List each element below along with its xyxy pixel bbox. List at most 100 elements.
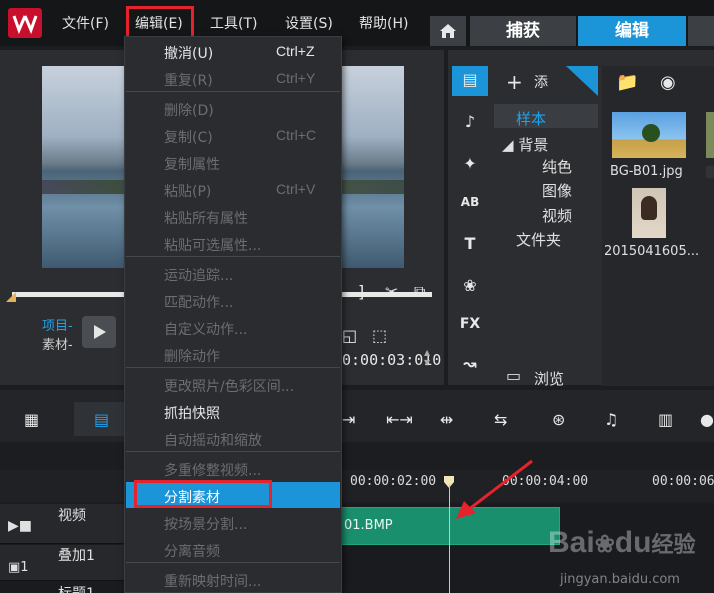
tree-item-sample[interactable]: 样本 — [516, 108, 546, 129]
menu-help[interactable]: 帮助(H) — [359, 13, 408, 33]
more-icon[interactable]: ● — [700, 410, 714, 429]
menu-item-label: 按场景分割... — [164, 517, 248, 533]
menu-item-label: 粘贴所有属性 — [164, 211, 248, 227]
add-icon[interactable]: + — [506, 70, 523, 94]
split-icon[interactable]: ⇹ — [440, 410, 453, 429]
title-icon[interactable]: AB — [458, 190, 482, 214]
split-highlight-box — [134, 480, 272, 508]
menu-file[interactable]: 文件(F) — [62, 13, 109, 33]
menu-item-redo[interactable]: 重复(R) Ctrl+Y — [124, 66, 342, 92]
mark-out-icon[interactable]: ] — [358, 282, 364, 301]
storyboard-view-icon[interactable]: ▦ — [24, 410, 39, 429]
menu-item-delete[interactable]: 删除(D) — [124, 96, 342, 122]
watermark-url: jingyan.baidu.com — [560, 572, 680, 587]
watermark-brand-a: Bai — [548, 526, 595, 559]
menu-item-shortcut: Ctrl+Y — [276, 70, 316, 86]
overlay-track-icon[interactable]: ▣1 — [8, 560, 29, 575]
record-icon[interactable]: ⊛ — [552, 410, 565, 429]
track-name-overlay: 叠加1 — [58, 548, 95, 564]
tab-capture[interactable]: 捕获 — [470, 16, 576, 46]
fit-icon[interactable]: ⇤⇥ — [386, 410, 413, 429]
fx-icon[interactable]: FX — [458, 312, 482, 336]
menu-item-split-audio[interactable]: 分离音频 — [124, 537, 342, 563]
play-button[interactable] — [82, 316, 116, 348]
video-track-icon[interactable]: ▶■ — [8, 518, 32, 534]
thumbnail-partial[interactable] — [706, 112, 714, 158]
menu-item-label: 撤消(U) — [164, 46, 214, 62]
menu-item-custom-motion[interactable]: 自定义动作... — [124, 315, 342, 341]
clip-mode-label[interactable]: 素材- — [42, 334, 73, 353]
menu-item-shortcut: Ctrl+Z — [276, 43, 315, 59]
menu-item-paste-selected-attributes[interactable]: 粘贴可选属性... — [124, 231, 342, 257]
menu-tools[interactable]: 工具(T) — [210, 13, 257, 33]
menu-item-copy[interactable]: 复制(C) Ctrl+C — [124, 123, 342, 149]
menu-settings[interactable]: 设置(S) — [285, 13, 333, 33]
tree-item-solid[interactable]: 纯色 — [542, 156, 572, 177]
menu-item-auto-pan-zoom[interactable]: 自动摇动和缩放 — [124, 426, 342, 452]
graphics-icon[interactable]: ❀ — [458, 274, 482, 298]
menu-item-copy-attributes[interactable]: 复制属性 — [124, 150, 342, 176]
timecode-spinner[interactable]: ▲ ▼ — [424, 348, 436, 370]
menu-item-snapshot[interactable]: 抓拍快照 — [124, 399, 342, 425]
browse-button[interactable]: 浏览 — [534, 368, 564, 389]
watermark-suffix: 经验 — [651, 532, 696, 557]
thumbnail-bg-b01[interactable] — [612, 112, 686, 158]
menu-item-label: 删除(D) — [164, 103, 214, 119]
film-icon[interactable]: ▥ — [658, 410, 673, 429]
timeline-view-icon[interactable]: ▤ — [94, 410, 109, 429]
import-folder-icon[interactable]: 📁 — [616, 72, 638, 93]
watermark-brand: Bai❀du经验 — [548, 526, 695, 560]
menu-item-label: 更改照片/色彩区间... — [164, 379, 295, 395]
resize-icon[interactable]: ◱ — [342, 326, 357, 345]
project-mode-label[interactable]: 项目- — [42, 315, 73, 334]
track-name-title: 标题1 — [58, 583, 95, 593]
transition-icon[interactable]: ✦ — [458, 152, 482, 176]
menu-edit[interactable]: 编辑(E) — [135, 13, 183, 33]
add-label[interactable]: 添 — [534, 72, 548, 92]
crop-icon[interactable]: ⬚ — [372, 326, 387, 345]
audio-mixer-icon[interactable]: ♫ — [604, 410, 618, 429]
tree-item-background-label: 背景 — [518, 136, 549, 154]
tree-item-video[interactable]: 视频 — [542, 205, 572, 226]
trim-icon[interactable]: ⇆ — [494, 410, 507, 429]
audio-icon[interactable]: ♪ — [458, 110, 482, 134]
tree-item-folder[interactable]: 文件夹 — [516, 229, 561, 250]
media-icon[interactable]: ▤ — [458, 68, 482, 92]
tab-share[interactable] — [688, 16, 714, 46]
app-logo — [8, 8, 42, 38]
menu-item-split-by-scene[interactable]: 按场景分割... — [124, 510, 342, 536]
text-icon[interactable]: T — [458, 232, 482, 256]
menu-item-paste-all-attributes[interactable]: 粘贴所有属性 — [124, 204, 342, 230]
browse-icon[interactable]: ▭ — [506, 366, 521, 385]
tree-item-image[interactable]: 图像 — [542, 180, 572, 201]
track-icon[interactable]: ⇥ — [342, 410, 355, 429]
menu-item-delete-motion[interactable]: 删除动作 — [124, 342, 342, 368]
thumbnail-portrait[interactable] — [632, 188, 666, 238]
menu-item-remap-time[interactable]: 重新映射时间... — [124, 567, 342, 593]
tab-edit[interactable]: 编辑 — [578, 16, 686, 46]
menu-item-label: 重复(R) — [164, 73, 213, 89]
camera-icon[interactable]: ◉ — [660, 72, 676, 93]
menu-item-label: 粘贴可选属性... — [164, 238, 262, 254]
menu-item-label: 复制(C) — [164, 130, 213, 146]
path-icon[interactable]: ↝ — [458, 352, 482, 376]
tree-item-background[interactable]: ◢ 背景 — [502, 134, 548, 155]
enlarge-icon[interactable]: ⧉ — [414, 282, 425, 302]
menu-item-match-motion[interactable]: 匹配动作... — [124, 288, 342, 314]
scissors-icon[interactable]: ✂ — [385, 282, 398, 301]
thumbnail-partial[interactable] — [706, 166, 714, 178]
tab-home[interactable] — [430, 16, 466, 46]
home-icon — [440, 24, 456, 38]
menu-item-label: 分离音频 — [164, 544, 220, 560]
menu-item-motion-tracking[interactable]: 运动追踪... — [124, 261, 342, 287]
menu-separator — [126, 256, 340, 257]
annotation-arrow — [456, 459, 533, 519]
menu-item-multi-trim-video[interactable]: 多重修整视频... — [124, 456, 342, 482]
menu-item-undo[interactable]: 撤消(U) Ctrl+Z — [124, 39, 342, 65]
menu-item-change-duration[interactable]: 更改照片/色彩区间... — [124, 372, 342, 398]
menu-separator — [126, 562, 340, 563]
menu-item-paste[interactable]: 粘贴(P) Ctrl+V — [124, 177, 342, 203]
menu-item-label: 粘贴(P) — [164, 184, 212, 200]
menu-item-label: 自定义动作... — [164, 322, 248, 338]
menu-item-label: 运动追踪... — [164, 268, 234, 284]
